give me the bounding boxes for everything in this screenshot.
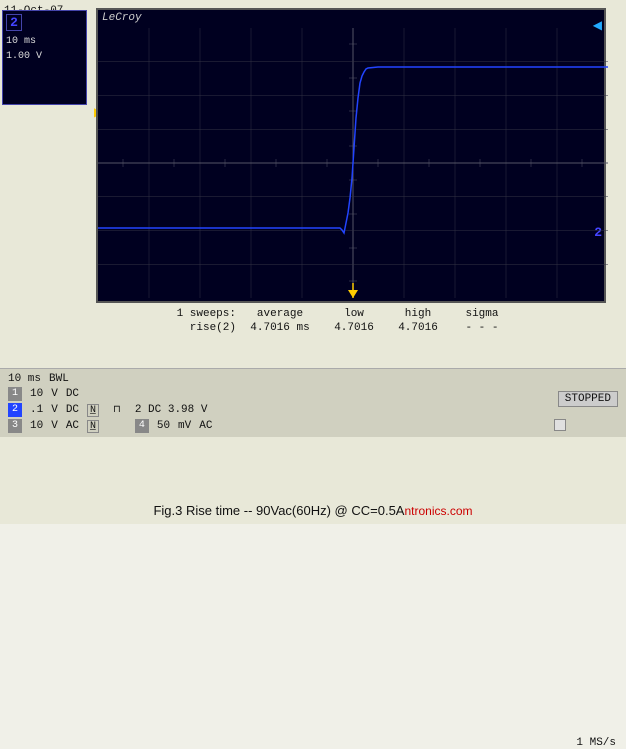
ch1-unit: V xyxy=(51,388,58,400)
ch2-bwl-indicator: N̲ xyxy=(87,404,99,417)
col-high: high xyxy=(388,308,448,320)
col-average: average xyxy=(240,308,320,320)
ch2-coupling: DC xyxy=(66,404,79,416)
ch3-bwl-indicator: N̲ xyxy=(87,420,99,433)
sweeps-label: 1 sweeps: xyxy=(156,308,236,320)
ch3-badge: 3 xyxy=(8,419,22,433)
channel-info-box: 2 10 ms 1.00 V xyxy=(2,10,87,105)
meas-sigma: - - - xyxy=(452,322,512,334)
col-low: low xyxy=(324,308,384,320)
meas-high: 4.7016 xyxy=(388,322,448,334)
timebase-value: 10 ms xyxy=(8,373,41,385)
status-row-ch1: 1 10 V DC xyxy=(8,387,618,401)
measurement-area: 1 sweeps: average low high sigma rise(2)… xyxy=(96,308,606,334)
ch3-volts: 10 xyxy=(30,420,43,432)
figure-caption: Fig.3 Rise time -- 90Vac(60Hz) @ CC=0.5A… xyxy=(0,503,626,518)
ch4-coupling: AC xyxy=(199,420,212,432)
ch1-badge: 1 xyxy=(8,387,22,401)
ch2-unit: V xyxy=(51,404,58,416)
brand-text: ntronics.com xyxy=(404,504,472,518)
meas-data-row: rise(2) 4.7016 ms 4.7016 4.7016 - - - xyxy=(96,322,606,334)
pulse-symbol: ⊓ xyxy=(113,404,121,416)
col-sigma: sigma xyxy=(452,308,512,320)
status-row-ch2: 2 .1 V DC N̲ ⊓ 2 DC 3.98 V STOPPED xyxy=(8,403,618,417)
status-row-timebase: 10 ms BWL 1 MS/s xyxy=(8,373,618,385)
ch3-coupling: AC xyxy=(66,420,79,432)
volts-per-div: 1.00 V xyxy=(6,49,83,64)
ch1-volts: 10 xyxy=(30,388,43,400)
ch1-coupling: DC xyxy=(66,388,79,400)
ch4-badge: 4 xyxy=(135,419,149,433)
meas-row-label: rise(2) xyxy=(156,322,236,334)
bwl-label: BWL xyxy=(49,373,69,385)
ch2-probe-info: 2 DC 3.98 V xyxy=(135,404,208,416)
ch2-volts: .1 xyxy=(30,404,43,416)
indicator-square xyxy=(554,419,566,431)
status-bar: 10 ms BWL 1 MS/s 1 10 V DC 2 .1 V DC N̲ … xyxy=(0,368,626,437)
meas-low: 4.7016 xyxy=(324,322,384,334)
waveform-svg xyxy=(98,28,608,298)
grid-area xyxy=(98,28,608,298)
brand-label: LeCroy xyxy=(102,12,142,24)
scope-screen: LeCroy ◀ 2 xyxy=(96,8,606,303)
caption-text: Fig.3 Rise time -- 90Vac(60Hz) @ CC=0.5A xyxy=(153,503,404,518)
ch4-volts: 50 xyxy=(157,420,170,432)
time-per-div: 10 ms xyxy=(6,34,83,49)
stopped-badge: STOPPED xyxy=(558,391,618,407)
sample-rate: 1 MS/s xyxy=(576,737,616,749)
channel-number: 2 xyxy=(6,14,22,31)
ch2-badge: 2 xyxy=(8,403,22,417)
ch4-unit: mV xyxy=(178,420,191,432)
meas-header-row: 1 sweeps: average low high sigma xyxy=(96,308,606,320)
status-row-ch3ch4: 3 10 V AC N̲ 4 50 mV AC xyxy=(8,419,618,433)
ch3-unit: V xyxy=(51,420,58,432)
oscilloscope-display: 11-Oct-07 9:51:54 2 10 ms 1.00 V ▶ LeCro… xyxy=(0,0,626,524)
meas-average: 4.7016 ms xyxy=(240,322,320,334)
